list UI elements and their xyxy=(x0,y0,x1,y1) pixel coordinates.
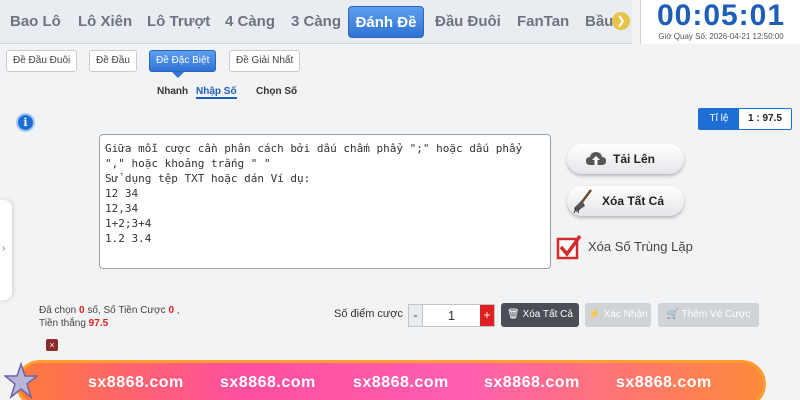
caret-right-icon[interactable]: › xyxy=(2,243,5,254)
number-entry-textarea[interactable]: Giữa mỗi cược cần phân cách bởi dấu chấm… xyxy=(99,134,551,269)
countdown-panel: 00:05:01 Giờ Quay Số: 2026-04-21 12:50:0… xyxy=(640,0,800,44)
subtab-de-giai-nhat[interactable]: Đề Giải Nhất xyxy=(229,50,301,72)
chevron-right-icon[interactable]: ❯ xyxy=(612,12,630,30)
tab-bao-lo[interactable]: Bao Lô xyxy=(4,6,67,38)
clear-button-label: Xóa Tất Cả xyxy=(522,309,573,320)
amount-value: 0 xyxy=(168,305,175,316)
decrement-button[interactable]: - xyxy=(409,305,423,326)
upload-label: Tải Lên xyxy=(613,152,656,166)
banner-url: sx8868.com xyxy=(353,374,449,391)
countdown-timer: 00:05:01 xyxy=(656,0,786,32)
cloud-upload-icon xyxy=(585,149,607,172)
tab-dau-duoi[interactable]: Đầu Đuôi xyxy=(429,6,507,38)
broom-icon xyxy=(571,188,595,217)
points-label: Số điểm cược xyxy=(334,308,403,320)
clear-all-button[interactable]: 🗑 Xóa Tất Cả xyxy=(501,303,579,327)
tab-danh-de[interactable]: Đánh Đề xyxy=(348,6,424,38)
win-value: 97.5 xyxy=(88,318,109,329)
mode-nhap-so[interactable]: Nhập Số xyxy=(196,86,237,99)
tab-4-cang[interactable]: 4 Càng xyxy=(219,6,281,38)
points-input[interactable]: 1 xyxy=(423,305,480,326)
add-to-cart-button[interactable]: 🛒 Thêm Vé Cược xyxy=(658,303,759,327)
chosen-count: 0 xyxy=(79,305,85,316)
cart-icon: 🛒 xyxy=(666,309,679,320)
points-stepper: - 1 + xyxy=(408,304,495,327)
amount-suffix: , xyxy=(176,305,180,316)
subtab-de-dau[interactable]: Đề Đầu xyxy=(89,50,137,72)
banner-url: sx8868.com xyxy=(616,374,712,391)
banner-url: sx8868.com xyxy=(484,374,580,391)
bolt-icon: ⚡ xyxy=(588,309,601,320)
subtab-de-dac-biet[interactable]: Đề Đặc Biệt xyxy=(149,50,217,72)
amount-label: Số Tiền Cược xyxy=(103,305,166,316)
clear-all-label: Xóa Tất Cả xyxy=(602,194,665,208)
increment-button[interactable]: + xyxy=(480,305,494,326)
tab-lo-truot[interactable]: Lô Trượt xyxy=(141,6,216,38)
tab-fantan[interactable]: FanTan xyxy=(511,6,575,38)
chosen-label: Đã chọn xyxy=(39,305,77,316)
info-icon[interactable]: i xyxy=(16,113,35,132)
mode-nhanh[interactable]: Nhanh xyxy=(157,86,188,97)
confirm-button-label: Xác Nhận xyxy=(603,309,648,320)
tab-3-cang[interactable]: 3 Càng xyxy=(285,6,347,38)
banner-url: sx8868.com xyxy=(220,374,316,391)
tab-lo-xien[interactable]: Lô Xiên xyxy=(72,6,138,38)
chosen-unit: số, xyxy=(87,305,101,316)
win-summary: Tiền thắng 97.5 xyxy=(39,318,108,329)
win-label: Tiền thắng xyxy=(39,318,86,329)
clear-all-textarea-button[interactable]: Xóa Tất Cả xyxy=(567,186,684,216)
close-icon[interactable]: × xyxy=(46,339,58,351)
banner-url: sx8868.com xyxy=(88,374,184,391)
draw-time-label: Giờ Quay Số: 2026-04-21 12:50:00 xyxy=(658,32,784,41)
tab-bau[interactable]: Bầu xyxy=(579,6,613,38)
trash-icon: 🗑 xyxy=(507,309,520,320)
upload-button[interactable]: Tải Lên xyxy=(567,144,684,174)
dedupe-checkbox[interactable] xyxy=(556,234,582,260)
mode-chon-so[interactable]: Chọn Số xyxy=(256,86,297,97)
odds-ratio: Tỉ lệ 1 : 97.5 xyxy=(698,108,792,130)
bet-summary: Đã chọn 0 số, Số Tiền Cược 0 , xyxy=(39,305,180,316)
game-tab-bar: Bao Lô Lô Xiên Lô Trượt 4 Càng 3 Càng Đá… xyxy=(0,0,632,44)
active-indicator xyxy=(172,72,184,78)
ratio-value: 1 : 97.5 xyxy=(748,113,782,124)
subtab-de-dau-duoi[interactable]: Đề Đầu Đuôi xyxy=(6,50,78,72)
dedupe-label: Xóa Số Trùng Lặp xyxy=(588,239,693,254)
cart-button-label: Thêm Vé Cược xyxy=(681,309,751,320)
confirm-button[interactable]: ⚡ Xác Nhận xyxy=(585,303,651,327)
ratio-label: Tỉ lệ xyxy=(699,109,739,129)
star-icon xyxy=(4,362,38,400)
